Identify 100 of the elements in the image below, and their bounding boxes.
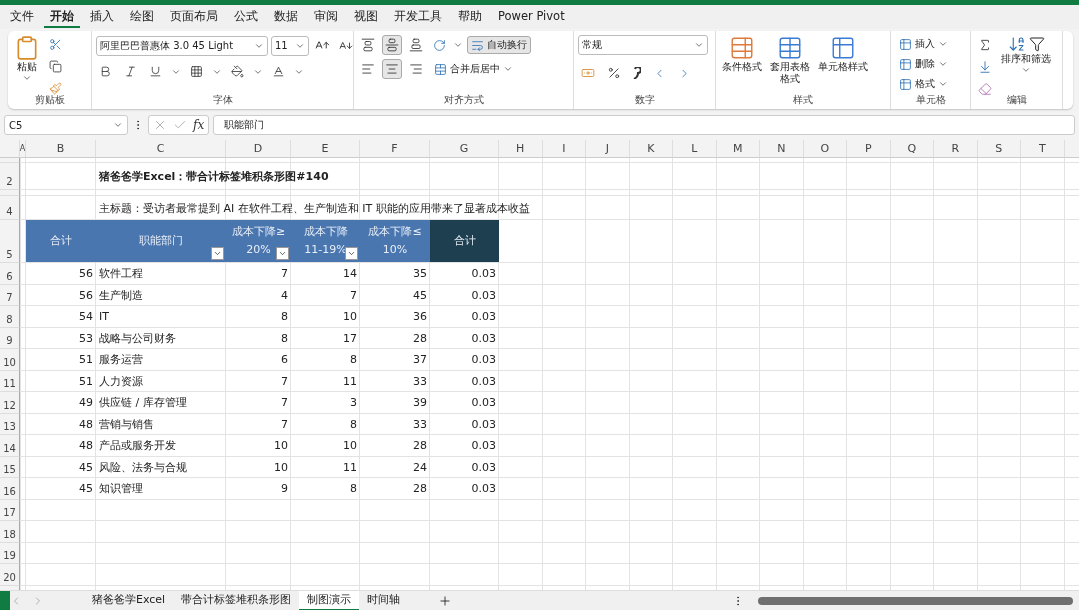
column-header[interactable]: D bbox=[226, 140, 291, 158]
horizontal-scrollbar[interactable] bbox=[758, 596, 1073, 605]
table-cell: 10 bbox=[343, 310, 357, 324]
caret-icon bbox=[278, 249, 287, 258]
row-header[interactable]: 17 bbox=[0, 499, 20, 521]
table-cell: 51 bbox=[79, 374, 93, 388]
cells-button[interactable]: 插入 bbox=[895, 35, 952, 53]
insert-function-button[interactable]: fx bbox=[193, 118, 205, 132]
align-button[interactable] bbox=[382, 59, 402, 79]
table-cell: 8 bbox=[350, 353, 357, 367]
table-cell: 51 bbox=[79, 353, 93, 367]
row-header[interactable]: 13 bbox=[0, 413, 20, 435]
menu-tab[interactable]: 视图 bbox=[348, 6, 384, 28]
table-cell: 8 bbox=[350, 417, 357, 431]
column-header[interactable]: F bbox=[360, 140, 430, 158]
column-header[interactable]: H bbox=[499, 140, 543, 158]
sort-filter-button[interactable]: 排序和筛选 bbox=[999, 35, 1053, 93]
column-header[interactable]: B bbox=[26, 140, 96, 158]
sheet-tab[interactable]: 制图演示 bbox=[299, 590, 360, 610]
table-cell: 48 bbox=[79, 439, 93, 453]
row-header[interactable] bbox=[0, 190, 20, 196]
column-header[interactable]: M bbox=[716, 140, 760, 158]
filter-button[interactable] bbox=[345, 247, 358, 260]
menu-tab[interactable]: 页面布局 bbox=[164, 6, 224, 28]
column-header[interactable]: Q bbox=[890, 140, 934, 158]
row-header[interactable]: 18 bbox=[0, 521, 20, 543]
row-header[interactable]: 4 bbox=[0, 196, 20, 220]
filter-button[interactable] bbox=[276, 247, 289, 260]
menu-tab[interactable]: 开始 bbox=[44, 6, 80, 28]
underline-icon bbox=[149, 65, 162, 78]
table-cell: 0.03 bbox=[471, 331, 496, 345]
column-header[interactable]: I bbox=[542, 140, 586, 158]
sheet-tab[interactable]: 猪爸爸学Excel bbox=[84, 590, 174, 610]
menu-tab[interactable]: 开发工具 bbox=[388, 6, 448, 28]
number-format-field[interactable]: 常规 bbox=[578, 35, 708, 55]
formula-field[interactable]: 职能部门 bbox=[213, 115, 1075, 135]
column-header[interactable]: S bbox=[977, 140, 1021, 158]
font-name-field[interactable]: 阿里巴巴普惠体 3.0 45 Light bbox=[96, 35, 268, 56]
row-header[interactable] bbox=[0, 158, 20, 163]
column-header[interactable]: N bbox=[760, 140, 804, 158]
cells-button[interactable]: 删除 bbox=[895, 55, 952, 73]
row-header[interactable]: 7 bbox=[0, 284, 20, 306]
wrap-text-button[interactable]: 自动换行 bbox=[467, 36, 531, 54]
menu-tab[interactable]: 公式 bbox=[228, 6, 264, 28]
row-header[interactable]: 11 bbox=[0, 370, 20, 392]
table-cell: 54 bbox=[79, 310, 93, 324]
row-header[interactable]: 15 bbox=[0, 456, 20, 478]
row-header[interactable]: 8 bbox=[0, 306, 20, 328]
sheet-tab[interactable]: 带合计标签堆积条形图 bbox=[173, 590, 300, 610]
row-header[interactable]: 12 bbox=[0, 392, 20, 414]
paintbrush-icon bbox=[49, 82, 62, 95]
menu-tab[interactable]: 文件 bbox=[4, 6, 40, 28]
menu-tab[interactable]: 绘图 bbox=[124, 6, 160, 28]
row-header[interactable]: 2 bbox=[0, 163, 20, 190]
cancel-icon[interactable] bbox=[153, 118, 167, 132]
name-box[interactable]: C5 bbox=[4, 115, 128, 135]
menu-tab[interactable]: 插入 bbox=[84, 6, 120, 28]
row-header[interactable]: 6 bbox=[0, 263, 20, 285]
row-header[interactable]: 14 bbox=[0, 435, 20, 457]
column-header[interactable]: K bbox=[629, 140, 673, 158]
table-cell: 36 bbox=[413, 310, 427, 324]
caret-icon bbox=[1021, 65, 1031, 75]
column-header[interactable]: J bbox=[586, 140, 630, 158]
menu-tab[interactable]: 审阅 bbox=[308, 6, 344, 28]
column-header[interactable]: R bbox=[934, 140, 978, 158]
copy-button[interactable] bbox=[46, 57, 65, 76]
style-button[interactable]: 单元格样式 bbox=[816, 35, 870, 93]
table-cell: 0.03 bbox=[471, 374, 496, 388]
style-button[interactable]: 套用表格格式 bbox=[768, 35, 812, 93]
column-header[interactable]: O bbox=[803, 140, 847, 158]
sheet-tab[interactable]: 时间轴 bbox=[359, 590, 409, 610]
menu-tab[interactable]: Power Pivot bbox=[492, 7, 571, 27]
row-header[interactable]: 20 bbox=[0, 564, 20, 586]
column-header[interactable]: E bbox=[291, 140, 360, 158]
row-header[interactable]: 5 bbox=[0, 220, 20, 263]
header-cell: 职能部门 bbox=[96, 220, 226, 263]
wrap-icon bbox=[471, 38, 484, 52]
menu-tab[interactable]: 帮助 bbox=[452, 6, 488, 28]
add-sheet-button[interactable] bbox=[438, 593, 453, 608]
column-header[interactable]: C bbox=[96, 140, 226, 158]
column-header[interactable]: G bbox=[430, 140, 499, 158]
row-header[interactable]: 16 bbox=[0, 478, 20, 500]
group-label: 单元格 bbox=[914, 93, 947, 107]
column-header[interactable]: T bbox=[1021, 140, 1065, 158]
font-size-field[interactable]: 11 bbox=[271, 35, 309, 56]
merge-center-button[interactable]: 合并后居中 bbox=[430, 60, 517, 78]
table-cell: 7 bbox=[281, 267, 288, 281]
menu-tab[interactable]: 数据 bbox=[268, 6, 304, 28]
row-header[interactable]: 10 bbox=[0, 349, 20, 371]
row-header[interactable]: 19 bbox=[0, 542, 20, 564]
filter-button[interactable] bbox=[211, 247, 224, 260]
caret-icon bbox=[347, 249, 356, 258]
align-button[interactable] bbox=[382, 35, 402, 55]
column-header[interactable]: L bbox=[673, 140, 717, 158]
paste-button[interactable]: 粘贴 bbox=[12, 35, 42, 93]
style-button[interactable]: 条件格式 bbox=[720, 35, 764, 93]
row-header[interactable]: 9 bbox=[0, 327, 20, 349]
table-cell: 11 bbox=[343, 374, 357, 388]
column-header[interactable]: P bbox=[847, 140, 891, 158]
cells-button[interactable]: 格式 bbox=[895, 75, 952, 93]
